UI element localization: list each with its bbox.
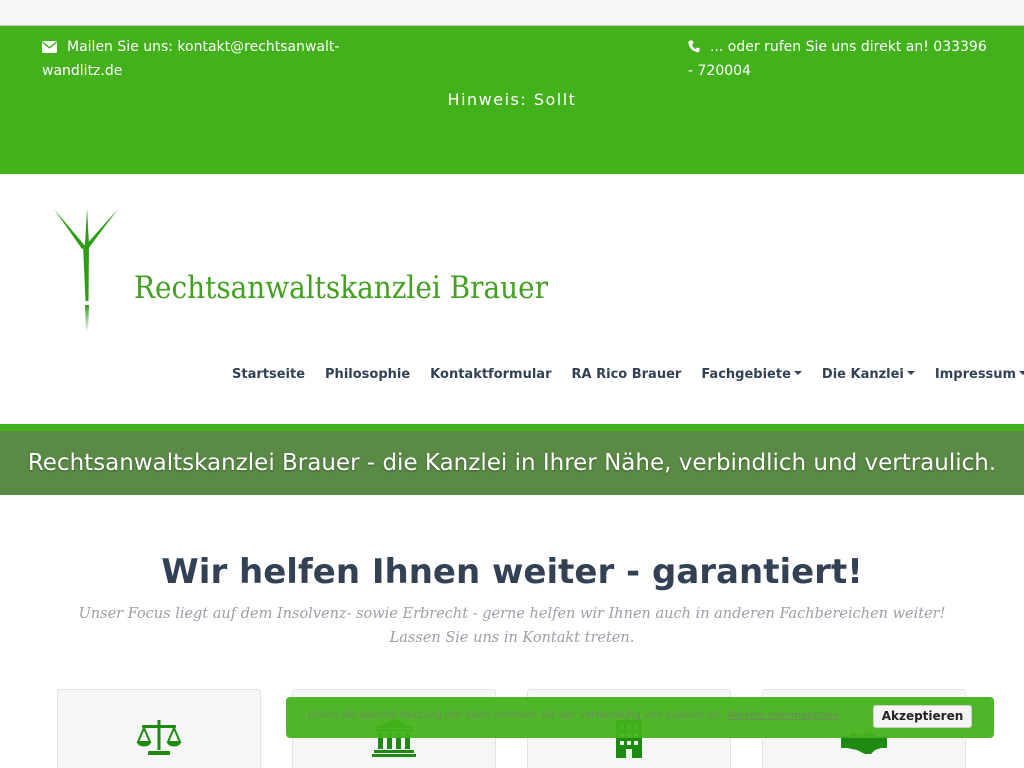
nav-label: Die Kanzlei [821, 367, 904, 382]
green-divider [0, 424, 1024, 431]
scales-icon [136, 718, 182, 758]
nav-fachgebiete-dropdown[interactable]: Fachgebiete [691, 366, 812, 384]
nav-label: Philosophie [325, 367, 411, 382]
cookie-notice: Durch die weitere Nutzung der Seite stim… [308, 710, 839, 721]
cookie-more-info-link[interactable]: Weitere Informationen [727, 710, 839, 721]
phone-icon [688, 38, 700, 60]
envelope-icon [42, 38, 57, 60]
contact-email[interactable]: Mailen Sie uns: kontakt@rechtsanwalt-wan… [42, 36, 342, 82]
nav-label: Fachgebiete [701, 367, 791, 382]
plant-sprout-logo[interactable] [50, 205, 122, 335]
contact-email-text: Mailen Sie uns: kontakt@rechtsanwalt-wan… [42, 39, 340, 79]
page: Mailen Sie uns: kontakt@rechtsanwalt-wan… [0, 0, 1024, 768]
nav-label: Impressum [934, 367, 1017, 382]
caret-down-icon [906, 371, 915, 375]
nav-label: Startseite [232, 367, 306, 382]
contact-phone[interactable]: ... oder rufen Sie uns direkt an! 033396… [688, 36, 988, 82]
caret-down-icon [1019, 371, 1024, 375]
nav-label: RA Rico Brauer [571, 367, 682, 382]
page-subtext: Unser Focus liegt auf dem Insolvenz- sow… [78, 606, 946, 646]
nav-die-kanzlei-dropdown[interactable]: Die Kanzlei [812, 366, 925, 384]
accept-cookies-button[interactable]: Akzeptieren [873, 705, 972, 728]
cookie-notice-text: Durch die weitere Nutzung der Seite stim… [308, 710, 723, 721]
nav-startseite[interactable]: Startseite [222, 366, 315, 384]
nav-impressum-dropdown[interactable]: Impressum [925, 366, 1024, 384]
page-headline: Wir helfen Ihnen weiter - garantiert! [161, 552, 863, 592]
service-card-1[interactable] [57, 689, 261, 768]
contact-phone-text: ... oder rufen Sie uns direkt an! 033396… [688, 39, 987, 79]
brand-name[interactable]: Rechtsanwaltskanzlei Brauer [134, 270, 548, 306]
nav-ra-rico-brauer[interactable]: RA Rico Brauer [562, 366, 692, 384]
caret-down-icon [793, 371, 802, 375]
cookie-banner: Durch die weitere Nutzung der Seite stim… [286, 697, 994, 738]
nav-kontaktformular[interactable]: Kontaktformular [420, 366, 561, 384]
nav-label: Kontaktformular [430, 367, 552, 382]
hint-text: Hinweis: Sollt [447, 90, 577, 109]
hero-banner: Rechtsanwaltskanzlei Brauer - die Kanzle… [0, 431, 1024, 495]
main-navigation: Startseite Philosophie Kontaktformular R… [222, 366, 1024, 384]
browser-top-strip [0, 0, 1024, 26]
contact-bar: Mailen Sie uns: kontakt@rechtsanwalt-wan… [0, 26, 1024, 174]
nav-philosophie[interactable]: Philosophie [315, 366, 420, 384]
